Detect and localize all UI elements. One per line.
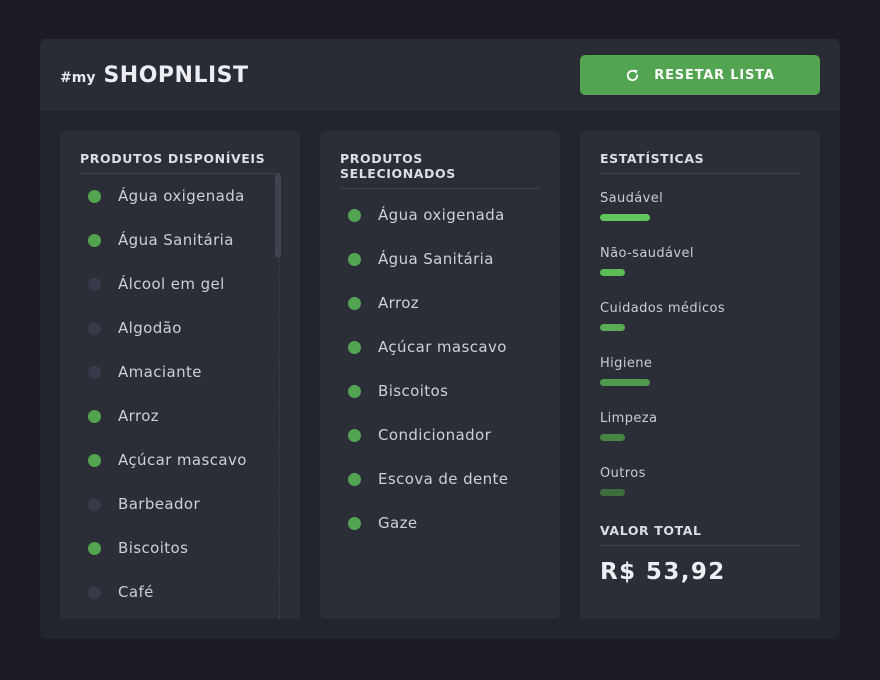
item-label: Álcool em gel (118, 275, 225, 293)
statistics-list: Saudável Não-saudável Cuidados médicos Higi… (600, 174, 800, 504)
available-products-title: PRODUTOS DISPONÍVEIS (80, 151, 280, 174)
total-value: R$ 53,92 (600, 559, 726, 585)
item-label: Escova de dente (378, 470, 509, 488)
selected-dot-icon (348, 340, 361, 354)
stat-label: Limpeza (600, 411, 658, 426)
item-label: Açúcar mascavo (118, 451, 247, 469)
list-item[interactable]: Café (80, 570, 279, 614)
stat-label: Saudável (600, 191, 664, 206)
available-products-list[interactable]: Água oxigenada Água Sanitária Álcool em ge… (80, 174, 281, 619)
item-label: Água Sanitária (118, 231, 234, 249)
item-label: Amaciante (118, 363, 202, 381)
stat-label: Cuidados médicos (600, 301, 726, 316)
item-label: Café (118, 583, 154, 601)
item-label: Açúcar mascavo (378, 338, 507, 356)
item-label: Barbeador (118, 495, 201, 513)
item-label: Água Sanitária (378, 250, 494, 268)
selected-products-list: Água oxigenada Água Sanitária Arroz Açúcar … (340, 193, 540, 619)
item-label: Água oxigenada (118, 187, 245, 205)
selected-dot-icon (348, 296, 361, 310)
selected-dot-icon (88, 233, 101, 247)
brand-title: SHOPNLIST (103, 62, 249, 88)
item-label: Gaze (378, 514, 418, 532)
selected-dot-icon (348, 428, 361, 442)
brand-prefix: #my (60, 69, 96, 86)
unselected-dot-icon (88, 497, 101, 511)
list-item[interactable]: Açúcar mascavo (80, 438, 279, 482)
reset-list-button[interactable]: RESETAR LISTA (580, 55, 820, 95)
list-item[interactable]: Água Sanitária (340, 237, 540, 281)
stat-item: Não-saudável (600, 229, 800, 284)
statistics-panel: ESTATÍSTICAS Saudável Não-saudável Cuidado… (580, 131, 820, 619)
selected-dot-icon (88, 189, 101, 203)
list-item[interactable]: Biscoitos (340, 369, 540, 413)
list-item[interactable]: Álcool em gel (80, 262, 279, 306)
selected-dot-icon (88, 409, 101, 423)
stat-label: Higiene (600, 356, 653, 371)
stat-label: Não-saudável (600, 246, 694, 261)
item-label: Biscoitos (378, 382, 449, 400)
stat-item: Higiene (600, 339, 800, 394)
reset-list-label: RESETAR LISTA (654, 67, 775, 83)
item-label: Arroz (118, 407, 160, 425)
list-item[interactable]: Biscoitos (80, 526, 279, 570)
selected-products-title: PRODUTOS SELECIONADOS (340, 151, 540, 189)
available-products-panel: PRODUTOS DISPONÍVEIS Água oxigenada Água … (60, 131, 300, 619)
stat-bar (600, 434, 625, 441)
stat-item: Saudável (600, 174, 800, 229)
app-window: #my SHOPNLIST RESETAR LISTA PRODUTOS DIS… (40, 39, 840, 639)
brand-logo: #my SHOPNLIST (60, 63, 249, 88)
list-item[interactable]: Escova de dente (340, 457, 540, 501)
item-label: Arroz (378, 294, 420, 312)
unselected-dot-icon (88, 585, 101, 599)
list-item[interactable]: Amaciante (80, 350, 279, 394)
unselected-dot-icon (88, 321, 101, 335)
list-item[interactable]: Arroz (80, 394, 279, 438)
stat-bar (600, 379, 650, 386)
list-item[interactable]: Condicionador (340, 413, 540, 457)
unselected-dot-icon (88, 365, 101, 379)
stat-item: Outros (600, 449, 800, 504)
stat-bar (600, 214, 650, 221)
stat-bar (600, 324, 625, 331)
selected-dot-icon (348, 516, 361, 530)
stat-item: Cuidados médicos (600, 284, 800, 339)
item-label: Biscoitos (118, 539, 189, 557)
stat-label: Outros (600, 466, 646, 481)
statistics-title: ESTATÍSTICAS (600, 151, 800, 174)
total-value-title: VALOR TOTAL (600, 523, 800, 546)
header: #my SHOPNLIST RESETAR LISTA (40, 39, 840, 111)
list-item[interactable]: Açúcar mascavo (340, 325, 540, 369)
list-item[interactable]: Algodão (80, 306, 279, 350)
list-item[interactable]: Gaze (340, 501, 540, 545)
selected-dot-icon (348, 384, 361, 398)
list-item[interactable]: Arroz (340, 281, 540, 325)
item-label: Algodão (118, 319, 182, 337)
selected-dot-icon (348, 208, 361, 222)
selected-dot-icon (88, 541, 101, 555)
selected-products-panel: PRODUTOS SELECIONADOS Água oxigenada Água… (320, 131, 560, 619)
selected-dot-icon (348, 472, 361, 486)
columns: PRODUTOS DISPONÍVEIS Água oxigenada Água … (60, 131, 820, 619)
stat-bar (600, 269, 625, 276)
stat-bar (600, 489, 625, 496)
refresh-icon (625, 68, 640, 83)
list-item[interactable]: Água oxigenada (340, 193, 540, 237)
unselected-dot-icon (88, 277, 101, 291)
list-item[interactable]: Água Sanitária (80, 218, 279, 262)
available-scrollbar-thumb[interactable] (275, 174, 281, 258)
item-label: Condicionador (378, 426, 492, 444)
selected-dot-icon (88, 453, 101, 467)
list-item[interactable]: Água oxigenada (80, 174, 279, 218)
selected-dot-icon (348, 252, 361, 266)
stat-item: Limpeza (600, 394, 800, 449)
item-label: Água oxigenada (378, 206, 505, 224)
list-item[interactable]: Barbeador (80, 482, 279, 526)
